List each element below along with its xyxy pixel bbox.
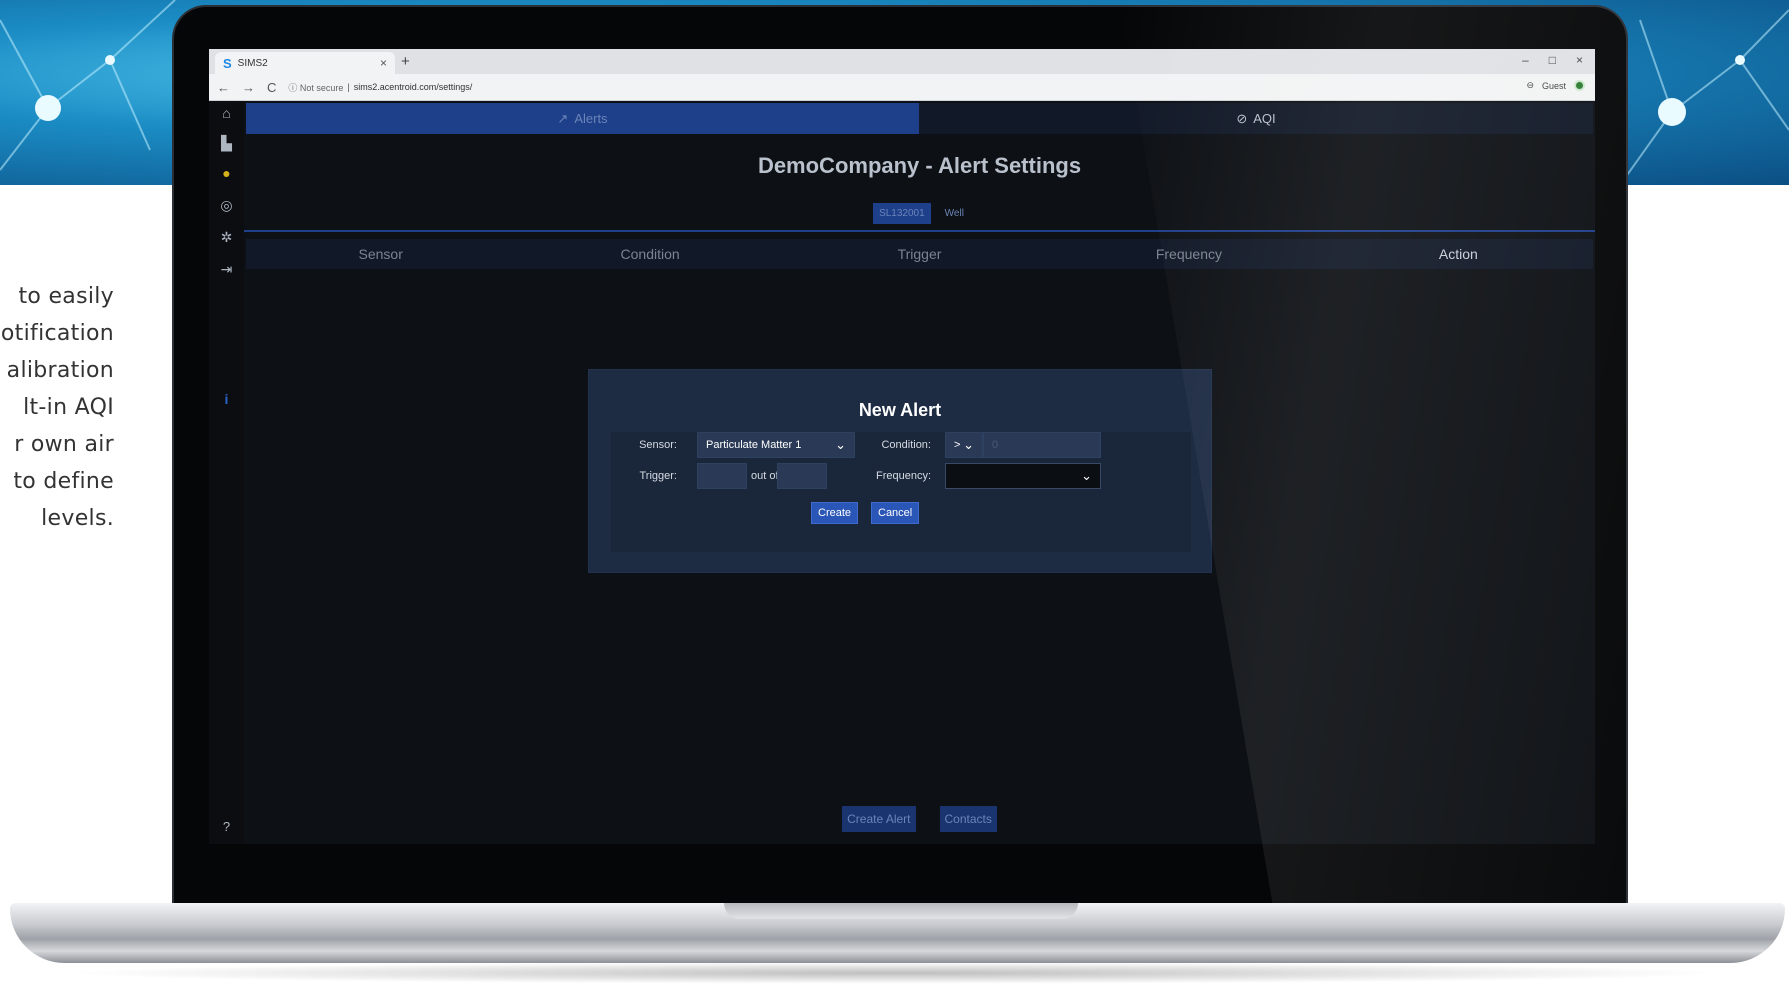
minimize-icon[interactable]: – — [1522, 53, 1529, 67]
column-header-action: Action — [1438, 246, 1478, 262]
column-header-sensor: Sensor — [358, 246, 403, 262]
marketing-line: to easily — [18, 284, 114, 309]
sensor-chip[interactable]: SL132001 — [873, 203, 931, 224]
alert-icon[interactable]: ● — [209, 165, 244, 181]
new-tab-icon[interactable]: + — [401, 53, 410, 70]
profile-label: Guest — [1541, 80, 1566, 91]
new-alert-modal: New Alert Sensor: Particulate Matter 1 ⌄… — [589, 370, 1211, 572]
address-bar: ← → C ⓘ Not secure | sims2.acentroid.com… — [209, 74, 1595, 101]
sensor-select-value: Particulate Matter 1 — [706, 439, 802, 451]
tab-alerts-label: Alerts — [574, 111, 608, 126]
location-chips: SL132001 Well — [246, 203, 1593, 224]
trigger-total-input[interactable] — [777, 463, 827, 489]
out-of-label: out of — [751, 470, 779, 482]
extension-icon[interactable] — [1574, 80, 1585, 91]
logout-icon[interactable]: ⇥ — [209, 261, 244, 278]
bottom-actions: Create Alert Contacts — [209, 806, 1595, 832]
not-secure-label[interactable]: ⓘ Not secure — [288, 81, 343, 94]
column-header-condition: Condition — [620, 246, 680, 262]
icon-sidebar: ⌂ ▙ ● ◎ ✲ ⇥ i — [209, 101, 244, 844]
back-icon[interactable]: ← — [217, 80, 230, 95]
condition-select[interactable]: > ⌄ — [945, 432, 983, 458]
condition-label: Condition: — [881, 439, 931, 451]
chart-icon[interactable]: ▙ — [209, 135, 244, 152]
forward-icon[interactable]: → — [242, 80, 255, 95]
reload-icon[interactable]: C — [267, 80, 276, 95]
page: to easily otification alibration lt-in A… — [0, 0, 1789, 996]
tab-aqi[interactable]: ⊘ AQI — [919, 103, 1593, 134]
profile-icon: ⊖ — [1526, 80, 1534, 90]
top-tabs: ↗ Alerts ⊘ AQI — [246, 103, 1593, 134]
section-divider — [244, 230, 1595, 232]
modal-form: Sensor: Particulate Matter 1 ⌄ Condition… — [611, 432, 1191, 552]
url-text[interactable]: sims2.acentroid.com/settings/ — [354, 82, 473, 92]
well-chip[interactable]: Well — [943, 203, 966, 224]
marketing-line: alibration — [6, 358, 114, 383]
info-icon[interactable]: i — [209, 391, 244, 407]
gear-icon[interactable]: ✲ — [209, 229, 244, 246]
laptop-notch — [724, 903, 1078, 919]
browser-tab-strip: S SIMS2 × + – □ × — [209, 49, 1595, 74]
marketing-line: levels. — [41, 506, 114, 531]
cancel-button[interactable]: Cancel — [871, 502, 920, 524]
window-controls: – □ × — [1522, 53, 1583, 67]
chevron-down-icon: ⌄ — [1081, 468, 1092, 483]
page-title: DemoCompany - Alert Settings — [757, 153, 1082, 178]
condition-select-value: > — [954, 439, 961, 451]
profile-area[interactable]: ⊖ Guest — [1526, 80, 1585, 91]
marketing-line: lt-in AQI — [23, 395, 114, 420]
marketing-line: otification — [0, 321, 114, 346]
frequency-label: Frequency: — [875, 470, 931, 482]
alerts-table-header: Sensor Condition Trigger Frequency Actio… — [246, 239, 1593, 269]
chevron-down-icon: ⌄ — [963, 437, 974, 452]
sensor-label: Sensor: — [639, 439, 677, 451]
column-header-frequency: Frequency — [1155, 246, 1222, 262]
chevron-down-icon: ⌄ — [835, 437, 846, 452]
tab-title: SIMS2 — [237, 57, 268, 69]
trend-icon: ↗ — [557, 110, 569, 126]
favicon-icon: S — [223, 55, 232, 71]
laptop-shadow — [60, 962, 1730, 984]
marketing-line: to define — [13, 469, 114, 494]
target-icon[interactable]: ◎ — [209, 197, 244, 214]
browser-tab[interactable]: S SIMS2 × — [215, 52, 395, 74]
condition-value-input[interactable]: 0 — [983, 432, 1101, 458]
contacts-button[interactable]: Contacts — [939, 806, 997, 832]
close-tab-icon[interactable]: × — [380, 56, 387, 70]
close-window-icon[interactable]: × — [1576, 53, 1583, 67]
trigger-label: Trigger: — [639, 470, 678, 482]
home-icon[interactable]: ⌂ — [209, 105, 244, 121]
trigger-count-input[interactable] — [697, 463, 747, 489]
url-field[interactable]: ⓘ Not secure | sims2.acentroid.com/setti… — [288, 81, 472, 94]
tab-alerts[interactable]: ↗ Alerts — [246, 103, 919, 134]
url-separator: | — [347, 82, 350, 92]
modal-title: New Alert — [858, 400, 942, 420]
maximize-icon[interactable]: □ — [1549, 53, 1556, 67]
frequency-select[interactable]: ⌄ — [945, 463, 1101, 489]
column-header-trigger: Trigger — [897, 246, 942, 262]
create-button[interactable]: Create — [811, 502, 859, 524]
sensor-select[interactable]: Particulate Matter 1 ⌄ — [697, 432, 855, 458]
marketing-text: to easily otification alibration lt-in A… — [0, 278, 114, 537]
marketing-line: r own air — [14, 432, 114, 457]
tab-aqi-label: AQI — [1253, 111, 1276, 126]
laptop-screen: S SIMS2 × + – □ × ← → C ⓘ Not secure | s… — [209, 49, 1595, 844]
create-alert-button[interactable]: Create Alert — [842, 806, 916, 832]
aqi-icon: ⊘ — [1236, 110, 1248, 126]
